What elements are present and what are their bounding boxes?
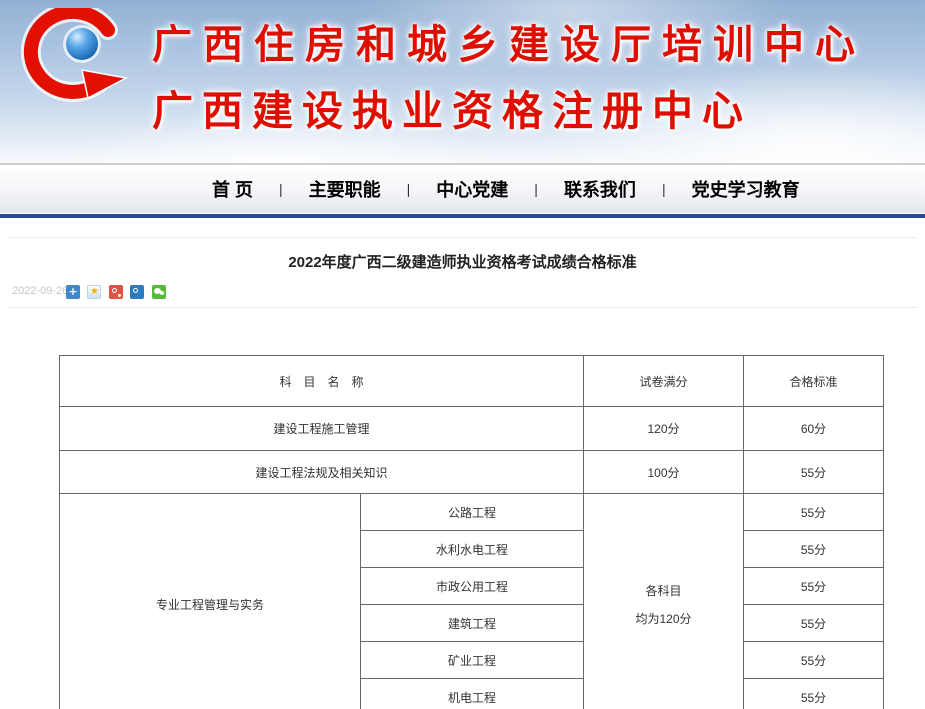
group-full-score-line2: 均为120分: [584, 612, 743, 626]
table-row: 建设工程施工管理 120分 60分: [60, 407, 884, 451]
nav-divider-bar: [0, 213, 925, 218]
table-row: 建设工程法规及相关知识 100分 55分: [60, 451, 884, 494]
table-header-row: 科 目 名 称 试卷满分 合格标准: [60, 356, 884, 407]
nav-item-home[interactable]: 首 页: [212, 176, 253, 202]
specialty-cell: 建筑工程: [361, 605, 584, 642]
page: 广西住房和城乡建设厅培训中心 广西建设执业资格注册中心 首 页 | 主要职能 |…: [0, 0, 925, 709]
specialty-cell: 水利水电工程: [361, 531, 584, 568]
header-subject: 科 目 名 称: [60, 356, 584, 407]
group-full-score-cell: 各科目 均为120分: [584, 494, 744, 709]
weibo-share-icon[interactable]: [109, 285, 123, 299]
share-toolbar: + ★: [66, 283, 169, 301]
nav-item-contact[interactable]: 联系我们: [564, 176, 636, 202]
share-more-icon[interactable]: +: [66, 285, 80, 299]
specialty-cell: 机电工程: [361, 679, 584, 709]
specialty-cell: 公路工程: [361, 494, 584, 531]
subject-cell: 建设工程施工管理: [60, 407, 584, 451]
pass-score-cell: 55分: [744, 531, 884, 568]
site-logo-icon[interactable]: [8, 8, 140, 118]
article-header: 2022年度广西二级建造师执业资格考试成绩合格标准 2022-09-26 + ★: [8, 238, 917, 308]
nav-item-functions[interactable]: 主要职能: [309, 176, 381, 202]
nav-item-party-building[interactable]: 中心党建: [436, 176, 508, 202]
nav-item-party-history[interactable]: 党史学习教育: [692, 176, 800, 202]
wechat-share-icon[interactable]: [152, 285, 166, 299]
qzone-share-icon[interactable]: [130, 285, 144, 299]
pass-score-cell: 55分: [744, 494, 884, 531]
pass-score-cell: 55分: [744, 642, 884, 679]
specialty-cell: 市政公用工程: [361, 568, 584, 605]
page-title: 2022年度广西二级建造师执业资格考试成绩合格标准: [8, 238, 917, 272]
main-nav: 首 页 | 主要职能 | 中心党建 | 联系我们 | 党史学习教育: [0, 163, 925, 213]
nav-separator: |: [407, 181, 411, 197]
pass-score-cell: 55分: [744, 679, 884, 709]
score-standard-table: 科 目 名 称 试卷满分 合格标准 建设工程施工管理 120分 60分 建设工程…: [59, 355, 884, 709]
header-full-score: 试卷满分: [584, 356, 744, 407]
site-title-line1: 广西住房和城乡建设厅培训中心: [152, 12, 866, 70]
subject-group-cell: 专业工程管理与实务: [60, 494, 361, 709]
publish-date: 2022-09-26: [12, 285, 68, 297]
site-banner: 广西住房和城乡建设厅培训中心 广西建设执业资格注册中心: [0, 0, 925, 163]
header-pass-score: 合格标准: [744, 356, 884, 407]
full-score-cell: 100分: [584, 451, 744, 494]
nav-separator: |: [534, 181, 538, 197]
pass-score-cell: 55分: [744, 605, 884, 642]
nav-separator: |: [279, 181, 283, 197]
pass-score-cell: 60分: [744, 407, 884, 451]
group-full-score-line1: 各科目: [584, 584, 743, 598]
table-row: 专业工程管理与实务 公路工程 各科目 均为120分 55分: [60, 494, 884, 531]
favorite-star-icon[interactable]: ★: [87, 285, 101, 299]
nav-separator: |: [662, 181, 666, 197]
pass-score-cell: 55分: [744, 568, 884, 605]
site-title-line2: 广西建设执业资格注册中心: [152, 77, 866, 137]
pass-score-cell: 55分: [744, 451, 884, 494]
subject-cell: 建设工程法规及相关知识: [60, 451, 584, 494]
site-title: 广西住房和城乡建设厅培训中心 广西建设执业资格注册中心: [152, 12, 866, 137]
article-meta: 2022-09-26 + ★: [8, 281, 917, 308]
full-score-cell: 120分: [584, 407, 744, 451]
article: 2022年度广西二级建造师执业资格考试成绩合格标准 2022-09-26 + ★…: [8, 237, 917, 709]
specialty-cell: 矿业工程: [361, 642, 584, 679]
